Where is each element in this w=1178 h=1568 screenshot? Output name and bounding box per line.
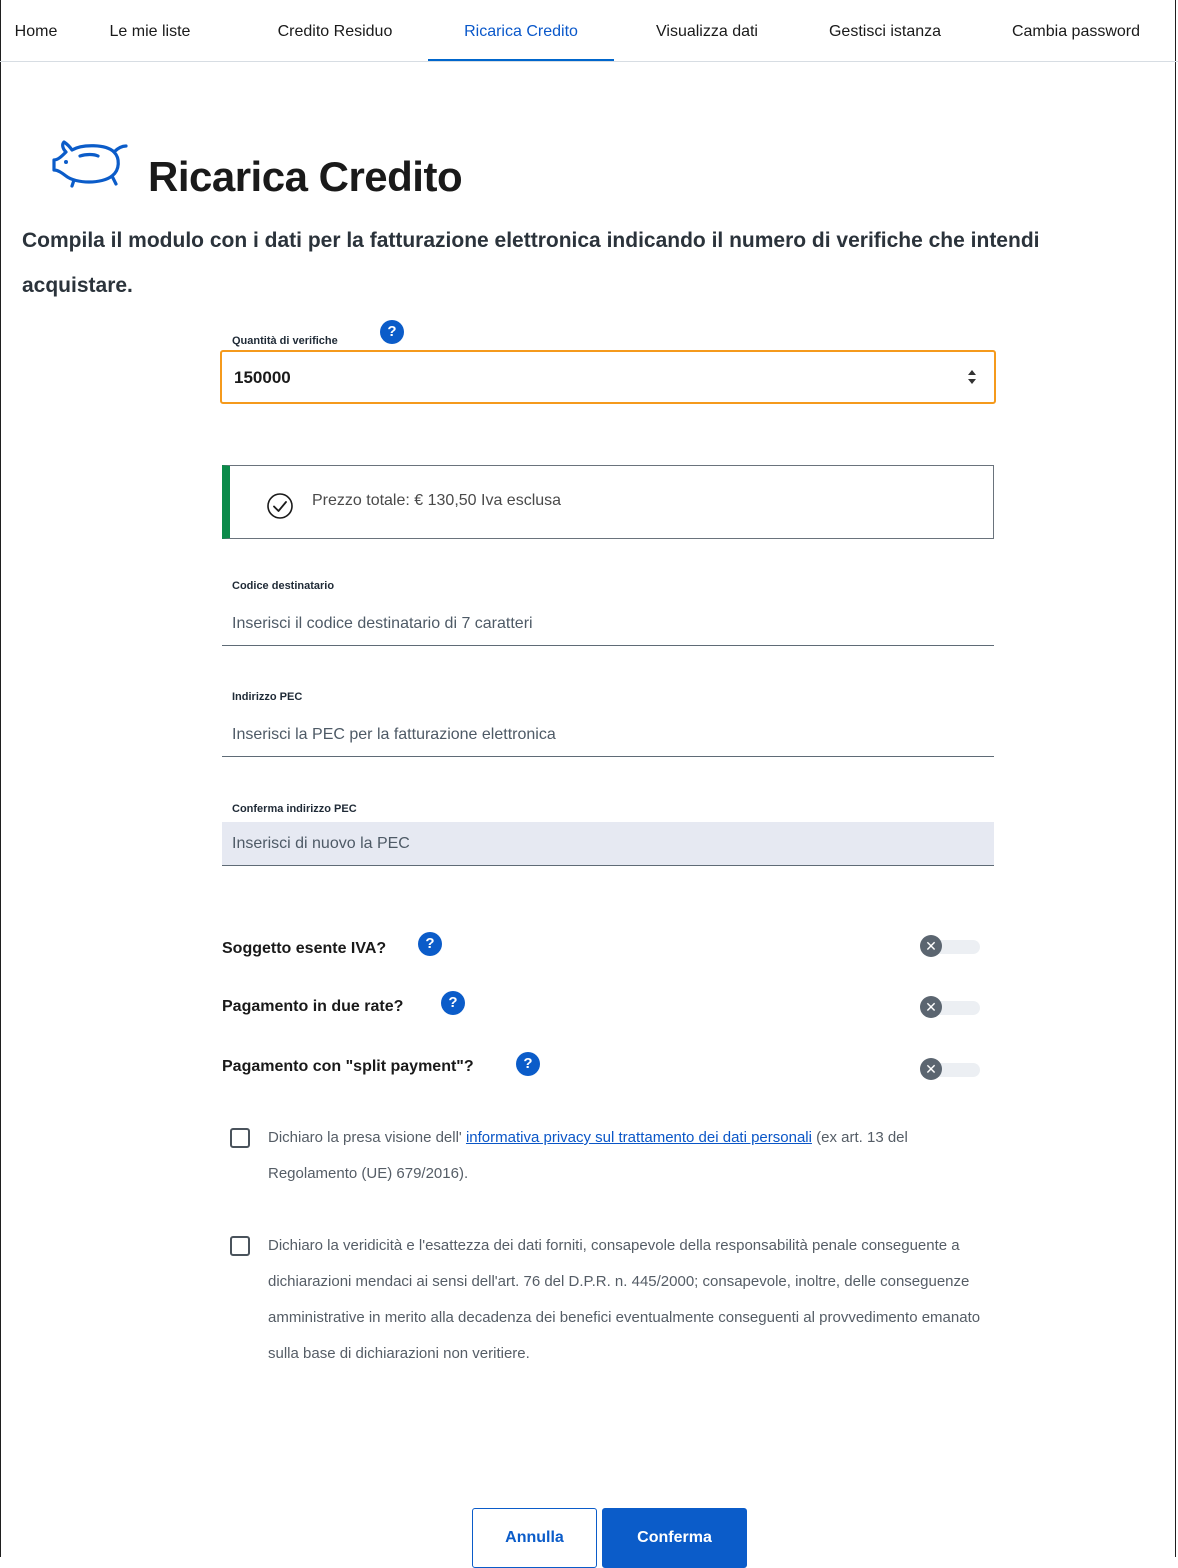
toggle-label-split-payment: Pagamento con "split payment"? <box>222 1058 474 1075</box>
esente-iva-toggle[interactable]: ✕ <box>920 935 982 957</box>
pec-label: Indirizzo PEC <box>232 691 303 703</box>
confirm-button[interactable]: Conferma <box>602 1508 747 1568</box>
price-summary: Prezzo totale: € 130,50 Iva esclusa <box>222 465 994 539</box>
price-total-text: Prezzo totale: € 130,50 Iva esclusa <box>312 492 562 509</box>
pec-confirm-label: Conferma indirizzo PEC <box>232 803 357 815</box>
pec-confirm-input[interactable] <box>222 822 994 866</box>
split-payment-toggle[interactable]: ✕ <box>920 1058 982 1080</box>
toggle-label-esente-iva: Soggetto esente IVA? <box>222 940 387 957</box>
nav-item-credito-residuo[interactable]: Credito Residuo <box>250 0 420 61</box>
check-circle-icon <box>267 493 293 519</box>
quantity-field <box>220 350 996 404</box>
codice-destinatario-label: Codice destinatario <box>232 580 335 592</box>
nav-item-visualizza-dati[interactable]: Visualizza dati <box>622 0 792 61</box>
nav-item-le-mie-liste[interactable]: Le mie liste <box>95 0 205 61</box>
toggle-label-due-rate: Pagamento in due rate? <box>222 998 404 1015</box>
declaration-text: Dichiaro la veridicità e l'esattezza dei… <box>268 1237 981 1362</box>
quantity-input[interactable] <box>234 364 934 392</box>
page-title: Ricarica Credito <box>148 153 463 200</box>
declaration-checkbox[interactable] <box>230 1236 250 1256</box>
quantity-label: Quantità di verifiche <box>232 335 338 347</box>
close-icon: ✕ <box>920 996 942 1018</box>
due-rate-toggle[interactable]: ✕ <box>920 996 982 1018</box>
nav-item-home[interactable]: Home <box>0 0 72 61</box>
nav-item-gestisci-istanza[interactable]: Gestisci istanza <box>800 0 970 61</box>
cancel-button[interactable]: Annulla <box>472 1508 597 1568</box>
piggy-bank-icon <box>52 140 128 188</box>
privacy-text: Dichiaro la presa visione dell' informat… <box>268 1120 998 1192</box>
privacy-text-before: Dichiaro la presa visione dell' <box>268 1129 466 1146</box>
close-icon: ✕ <box>920 935 942 957</box>
page-subtitle: Compila il modulo con i dati per la fatt… <box>22 229 1040 297</box>
nav-item-cambia-password[interactable]: Cambia password <box>990 0 1162 61</box>
privacy-checkbox[interactable] <box>230 1128 250 1148</box>
due-rate-help-icon[interactable]: ? <box>441 991 465 1015</box>
pec-input[interactable] <box>222 713 994 757</box>
nav-item-ricarica-credito[interactable]: Ricarica Credito <box>428 0 614 61</box>
privacy-policy-link[interactable]: informativa privacy sul trattamento dei … <box>466 1129 812 1146</box>
esente-iva-help-icon[interactable]: ? <box>418 932 442 956</box>
split-payment-help-icon[interactable]: ? <box>516 1052 540 1076</box>
quantity-stepper[interactable] <box>966 366 978 388</box>
quantity-help-icon[interactable]: ? <box>380 320 404 344</box>
top-nav: Home Le mie liste Credito Residuo Ricari… <box>0 0 1178 62</box>
close-icon: ✕ <box>920 1058 942 1080</box>
codice-destinatario-input[interactable] <box>222 602 994 646</box>
